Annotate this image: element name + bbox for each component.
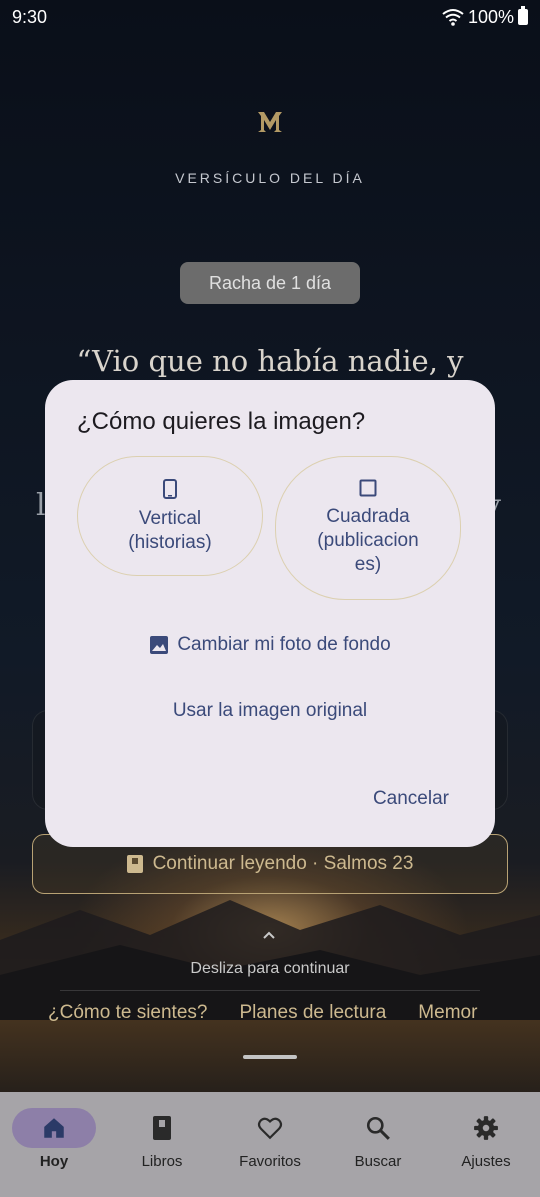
phone-portrait-icon xyxy=(163,479,177,499)
use-original-image-button[interactable]: Usar la imagen original xyxy=(45,700,495,722)
option-label-line: Vertical xyxy=(138,508,202,529)
vertical-format-option[interactable]: Vertical (historias) xyxy=(77,456,263,576)
app-screen: 9:30 100% VERSÍCULO DEL DÍA Racha de 1 d… xyxy=(0,0,540,1197)
option-label-line: (historias) xyxy=(128,532,212,553)
cancel-button[interactable]: Cancelar xyxy=(373,788,449,810)
image-format-dialog: ¿Cómo quieres la imagen? Vertical (histo… xyxy=(45,380,495,847)
dialog-title: ¿Cómo quieres la imagen? xyxy=(77,408,366,435)
change-background-photo-button[interactable]: Cambiar mi foto de fondo xyxy=(45,634,495,656)
square-format-option[interactable]: Cuadrada (publicacion es) xyxy=(275,456,461,600)
option-label-line: (publicacion xyxy=(317,530,419,551)
change-photo-label: Cambiar mi foto de fondo xyxy=(177,634,391,655)
square-icon xyxy=(359,479,377,497)
option-label-line: Cuadrada xyxy=(326,506,410,527)
option-label-line: es) xyxy=(354,554,382,575)
image-icon xyxy=(150,636,169,654)
